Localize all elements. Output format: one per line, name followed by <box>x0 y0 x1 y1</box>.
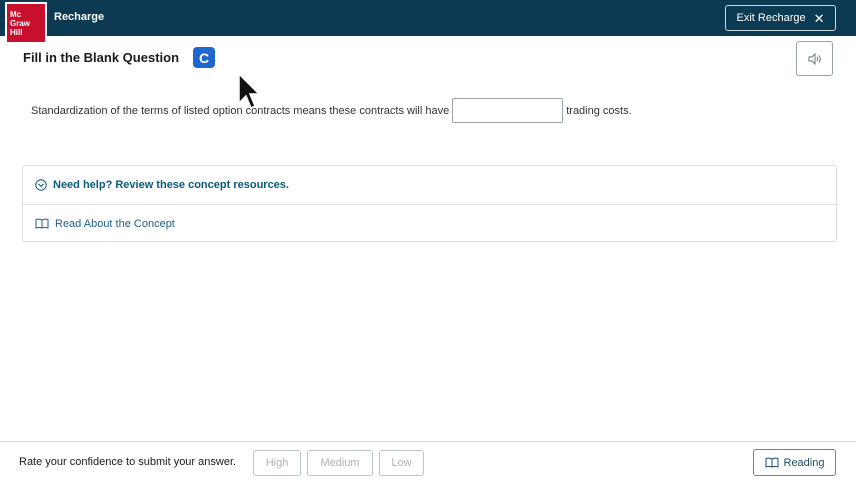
question-type-badge: C <box>193 47 215 68</box>
confidence-low-button[interactable]: Low <box>379 450 424 476</box>
brand-title: Recharge <box>54 11 105 23</box>
logo-line-3: Hill <box>10 27 23 37</box>
reading-label: Reading <box>783 456 825 469</box>
read-about-concept-link[interactable]: Read About the Concept <box>23 204 836 242</box>
reading-button[interactable]: Reading <box>753 449 836 476</box>
concept-resources-heading: Need help? Review these concept resource… <box>53 179 289 191</box>
speaker-icon <box>808 52 821 65</box>
logo-line-2: Graw <box>10 18 31 28</box>
book-icon <box>765 457 778 468</box>
page-title: Fill in the Blank Question <box>23 50 180 65</box>
read-about-concept-label: Read About the Concept <box>55 217 175 230</box>
concept-resources-panel: Need help? Review these concept resource… <box>22 165 837 242</box>
exit-recharge-label: Exit Recharge <box>736 12 806 24</box>
question-text-after: trading costs. <box>566 104 632 117</box>
top-bar: Mc Graw Hill Recharge Exit Recharge ✕ <box>0 0 856 44</box>
question-text: Standardization of the terms of listed o… <box>31 98 632 123</box>
footer-bar: Rate your confidence to submit your answ… <box>0 441 856 480</box>
confidence-high-button[interactable]: High <box>253 450 301 476</box>
answer-blank-input[interactable] <box>452 98 564 123</box>
chevron-down-circle-icon <box>35 179 47 191</box>
book-icon <box>35 218 49 229</box>
logo-line-1: Mc <box>10 9 22 19</box>
mcgraw-hill-logo: Mc Graw Hill <box>5 2 47 44</box>
concept-resources-toggle[interactable]: Need help? Review these concept resource… <box>23 166 836 204</box>
app-window: Mc Graw Hill Recharge Exit Recharge ✕ Fi… <box>0 0 856 480</box>
close-icon: ✕ <box>813 10 825 26</box>
confidence-medium-button[interactable]: Medium <box>307 450 373 476</box>
mouse-cursor-icon <box>238 73 260 110</box>
read-aloud-button[interactable] <box>796 41 833 76</box>
confidence-prompt: Rate your confidence to submit your answ… <box>19 456 237 468</box>
exit-recharge-button[interactable]: Exit Recharge ✕ <box>725 5 836 31</box>
